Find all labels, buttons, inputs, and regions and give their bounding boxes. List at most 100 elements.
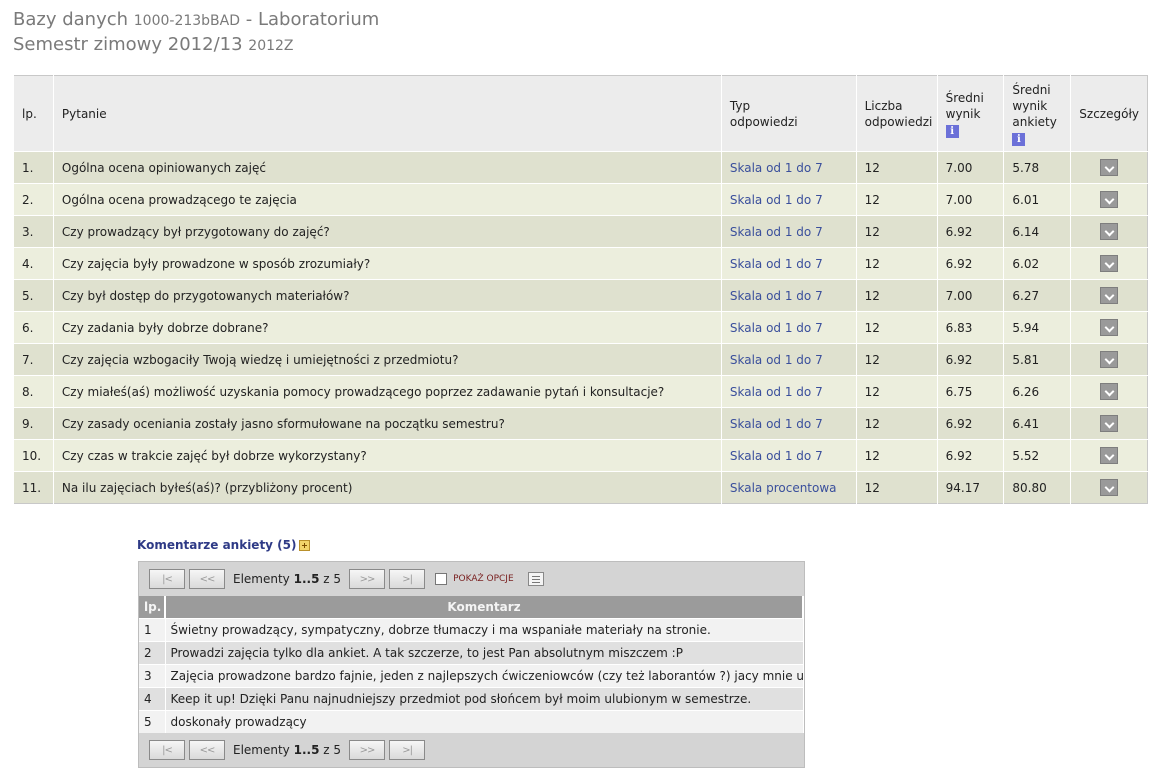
table-row: 11. Na ilu zajęciach byłeś(aś)? (przybli… <box>13 471 1148 504</box>
row-avg-survey-score: 6.27 <box>1003 279 1071 312</box>
row-details <box>1070 215 1148 248</box>
answer-type-link[interactable]: Skala od 1 do 7 <box>720 311 857 344</box>
row-lp: 4. <box>13 247 54 280</box>
row-details <box>1070 247 1148 280</box>
comments-header-label[interactable]: Komentarze ankiety (5) <box>137 538 297 552</box>
answer-type-link[interactable]: Skala od 1 do 7 <box>720 183 857 216</box>
comment-lp: 3 <box>139 663 166 687</box>
export-list-icon[interactable] <box>527 572 544 586</box>
row-details <box>1070 407 1148 440</box>
row-question: Ogólna ocena opiniowanych zajęć <box>52 151 722 184</box>
table-row: 2. Ogólna ocena prowadzącego te zajęcia … <box>13 183 1148 216</box>
last-page-button[interactable]: >| <box>389 740 426 760</box>
row-avg-score: 7.00 <box>936 151 1004 184</box>
semester-line: Semestr zimowy 2012/13 2012Z <box>13 33 379 58</box>
row-question: Czy był dostęp do przygotowanych materia… <box>52 279 722 312</box>
row-avg-score: 6.92 <box>936 215 1004 248</box>
pager-bottom: |< << Elementy 1..5 z 5 >> >| <box>139 733 804 767</box>
row-avg-score: 94.17 <box>936 471 1004 504</box>
table-row: 6. Czy zadania były dobrze dobrane? Skal… <box>13 311 1148 344</box>
elements-range: 1..5 <box>293 572 320 586</box>
row-lp: 3. <box>13 215 54 248</box>
expand-details-chevron-icon[interactable] <box>1100 351 1119 368</box>
row-avg-survey-score: 5.78 <box>1003 151 1071 184</box>
row-details <box>1070 279 1148 312</box>
row-answer-count: 12 <box>855 151 938 184</box>
answer-type-link[interactable]: Skala od 1 do 7 <box>720 247 857 280</box>
expand-details-chevron-icon[interactable] <box>1100 415 1119 432</box>
first-page-button[interactable]: |< <box>149 569 185 589</box>
row-question: Czy zadania były dobrze dobrane? <box>52 311 722 344</box>
comment-lp: 2 <box>139 640 166 664</box>
row-details <box>1070 183 1148 216</box>
table-header-row: lp. Pytanie Typ odpowiedzi Liczba odpowi… <box>13 75 1148 152</box>
expand-details-chevron-icon[interactable] <box>1100 319 1119 336</box>
expand-details-chevron-icon[interactable] <box>1100 255 1119 272</box>
row-lp: 6. <box>13 311 54 344</box>
next-page-button[interactable]: >> <box>349 740 386 760</box>
expand-details-chevron-icon[interactable] <box>1100 479 1119 496</box>
answer-type-link[interactable]: Skala od 1 do 7 <box>720 151 857 184</box>
expand-details-chevron-icon[interactable] <box>1100 191 1119 208</box>
show-options-label[interactable]: POKAŻ OPCJE <box>453 574 514 584</box>
answer-type-link[interactable]: Skala od 1 do 7 <box>720 215 857 248</box>
pager-top: |< << Elementy 1..5 z 5 >> >| POKAŻ OPCJ… <box>139 562 804 596</box>
row-answer-count: 12 <box>855 311 938 344</box>
next-page-button[interactable]: >> <box>349 569 386 589</box>
comment-text: doskonały prowadzący <box>165 709 803 733</box>
comment-text: Zajęcia prowadzone bardzo fajnie, jeden … <box>165 663 803 687</box>
table-row: 5. Czy był dostęp do przygotowanych mate… <box>13 279 1148 312</box>
row-details <box>1070 311 1148 344</box>
row-avg-survey-score: 5.52 <box>1003 439 1071 472</box>
info-icon[interactable]: i <box>945 124 959 138</box>
show-options-checkbox[interactable] <box>435 573 448 585</box>
comment-text: Świetny prowadzący, sympatyczny, dobrze … <box>165 617 803 641</box>
expand-details-chevron-icon[interactable] <box>1100 159 1119 176</box>
pager-status: Elementy 1..5 z 5 <box>233 572 341 586</box>
expand-details-chevron-icon[interactable] <box>1100 223 1119 240</box>
comment-row: 1 Świetny prowadzący, sympatyczny, dobrz… <box>139 617 803 641</box>
expand-details-chevron-icon[interactable] <box>1100 383 1119 400</box>
comments-header[interactable]: Komentarze ankiety (5) <box>137 538 310 552</box>
row-answer-count: 12 <box>855 215 938 248</box>
title-separator: - <box>245 9 253 30</box>
row-answer-count: 12 <box>855 375 938 408</box>
col-header-avg-survey-score: Średni wynik ankiety i <box>1003 75 1071 152</box>
answer-type-link[interactable]: Skala od 1 do 7 <box>720 279 857 312</box>
row-lp: 11. <box>13 471 54 504</box>
answer-type-link[interactable]: Skala procentowa <box>720 471 857 504</box>
col-header-answer-type-label: Typ odpowiedzi <box>729 98 798 129</box>
row-details <box>1070 375 1148 408</box>
of-label: z <box>323 743 330 757</box>
answer-type-link[interactable]: Skala od 1 do 7 <box>720 407 857 440</box>
comment-row: 2 Prowadzi zajęcia tylko dla ankiet. A t… <box>139 640 803 664</box>
expand-plus-icon[interactable] <box>298 540 310 551</box>
info-icon[interactable]: i <box>1012 132 1026 146</box>
class-type: Laboratorium <box>258 9 380 30</box>
row-details <box>1070 343 1148 376</box>
comment-text: Prowadzi zajęcia tylko dla ankiet. A tak… <box>165 640 803 664</box>
row-question: Czy prowadzący był przygotowany do zajęć… <box>52 215 722 248</box>
prev-page-button[interactable]: << <box>189 740 225 760</box>
col-header-question: Pytanie <box>52 75 722 152</box>
prev-page-button[interactable]: << <box>189 569 225 589</box>
answer-type-link[interactable]: Skala od 1 do 7 <box>720 343 857 376</box>
survey-results-table: lp. Pytanie Typ odpowiedzi Liczba odpowi… <box>13 75 1148 504</box>
col-header-details: Szczegóły <box>1070 75 1148 152</box>
comments-panel: |< << Elementy 1..5 z 5 >> >| POKAŻ OPCJ… <box>138 561 805 768</box>
course-code: 1000-213bBAD <box>133 13 241 29</box>
expand-details-chevron-icon[interactable] <box>1100 447 1119 464</box>
row-question: Czy zajęcia wzbogaciły Twoją wiedzę i um… <box>52 343 722 376</box>
comment-lp: 4 <box>139 686 166 710</box>
row-details <box>1070 471 1148 504</box>
last-page-button[interactable]: >| <box>389 569 426 589</box>
first-page-button[interactable]: |< <box>149 740 185 760</box>
row-answer-count: 12 <box>855 407 938 440</box>
answer-type-link[interactable]: Skala od 1 do 7 <box>720 375 857 408</box>
row-lp: 2. <box>13 183 54 216</box>
row-avg-survey-score: 6.02 <box>1003 247 1071 280</box>
col-header-avg-score: Średni wynik i <box>936 75 1004 152</box>
answer-type-link[interactable]: Skala od 1 do 7 <box>720 439 857 472</box>
expand-details-chevron-icon[interactable] <box>1100 287 1119 304</box>
comment-lp: 5 <box>139 709 166 733</box>
